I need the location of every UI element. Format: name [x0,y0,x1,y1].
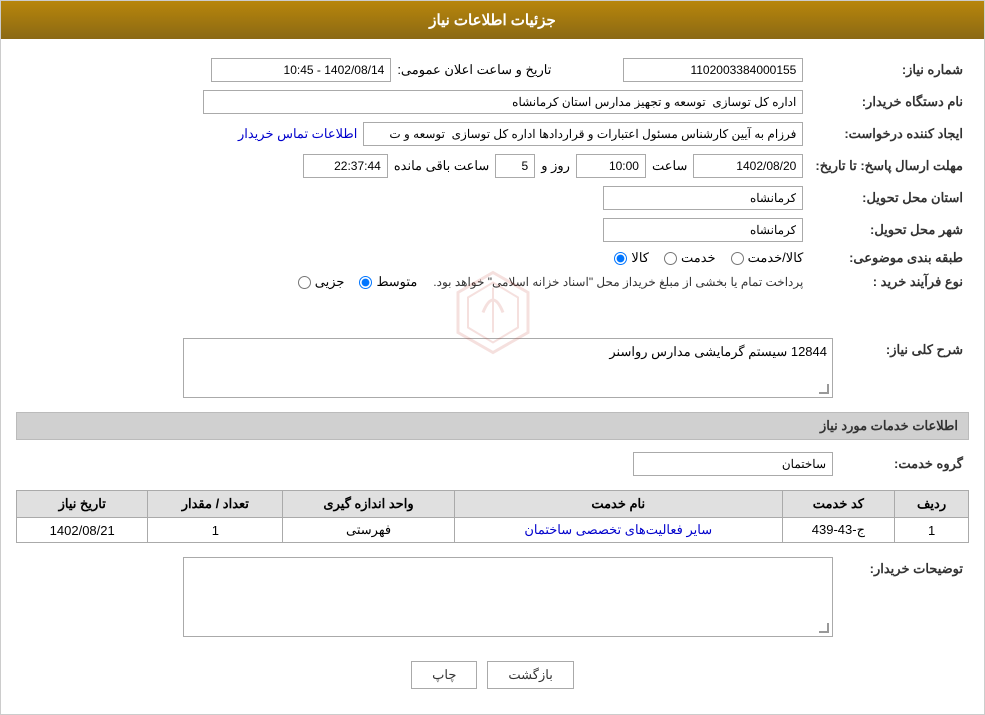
delivery-city-label: شهر محل تحویل: [809,214,969,246]
delivery-province-input[interactable]: کرمانشاه [603,186,803,210]
category-radio-group: کالا/خدمت خدمت کالا [22,250,803,266]
cell-unit: فهرستی [283,518,455,543]
category-kala-radio[interactable] [614,252,627,265]
button-row: بازگشت چاپ [16,651,969,699]
category-khedmat: خدمت [664,250,716,266]
category-kala-label: کالا [631,250,649,266]
row-group-service: گروه خدمت: ساختمان [16,448,969,480]
group-service-label: گروه خدمت: [839,448,969,480]
description-text: 12844 سیستم گرمایشی مدارس رواسنر [189,344,827,360]
cell-row: 1 [895,518,969,543]
cell-date: 1402/08/21 [17,518,148,543]
row-deadline: مهلت ارسال پاسخ: تا تاریخ: 1402/08/20 سا… [16,150,969,182]
services-table-header: ردیف کد خدمت نام خدمت واحد اندازه گیری ت… [17,491,969,518]
delivery-city-input[interactable]: کرمانشاه [603,218,803,242]
main-content: شماره نیاز: 1102003384000155 تاریخ و ساع… [1,39,984,714]
buyer-notes-table: توضیحات خریدار: [16,553,969,641]
col-row: ردیف [895,491,969,518]
category-khedmat-radio[interactable] [664,252,677,265]
page-title: جزئیات اطلاعات نیاز [429,12,556,29]
row-need-number: شماره نیاز: 1102003384000155 تاریخ و ساع… [16,54,969,86]
cell-name: سایر فعالیت‌های تخصصی ساختمان [454,518,782,543]
category-kala-khedmat-radio[interactable] [731,252,744,265]
watermark-area [16,304,969,334]
group-service-input[interactable]: ساختمان [633,452,833,476]
back-button[interactable]: بازگشت [487,661,573,689]
page-header: جزئیات اطلاعات نیاز [1,1,984,39]
category-label: طبقه بندی موضوعی: [809,246,969,270]
deadline-date-input[interactable]: 1402/08/20 [693,154,803,178]
purchase-type-radio-group: متوسط جزیی [298,274,418,290]
print-button[interactable]: چاپ [411,661,477,689]
buyer-org-input[interactable]: اداره کل توسازی توسعه و تجهیز مدارس استا… [203,90,803,114]
description-box: 12844 سیستم گرمایشی مدارس رواسنر [183,338,833,398]
need-number-label: شماره نیاز: [809,54,969,86]
col-date: تاریخ نیاز [17,491,148,518]
deadline-days-input[interactable]: 5 [495,154,535,178]
group-service-table: گروه خدمت: ساختمان [16,448,969,480]
col-name: نام خدمت [454,491,782,518]
services-table-body: 1 ج-43-439 سایر فعالیت‌های تخصصی ساختمان… [17,518,969,543]
buyer-notes-label: توضیحات خریدار: [839,553,969,641]
deadline-remaining-input[interactable]: 22:37:44 [303,154,388,178]
services-header-row: ردیف کد خدمت نام خدمت واحد اندازه گیری ت… [17,491,969,518]
creator-row: فرزام به آیین کارشناس مسئول اعتبارات و ق… [22,122,803,146]
row-creator: ایجاد کننده درخواست: فرزام به آیین کارشن… [16,118,969,150]
col-code: کد خدمت [782,491,894,518]
row-buyer-org: نام دستگاه خریدار: اداره کل توسازی توسعه… [16,86,969,118]
resize-handle-notes [819,623,829,633]
table-row: 1 ج-43-439 سایر فعالیت‌های تخصصی ساختمان… [17,518,969,543]
row-buyer-notes: توضیحات خریدار: [16,553,969,641]
creator-label: ایجاد کننده درخواست: [809,118,969,150]
description-label: شرح کلی نیاز: [839,334,969,402]
deadline-label: مهلت ارسال پاسخ: تا تاریخ: [809,150,969,182]
deadline-row: 1402/08/20 ساعت 10:00 روز و 5 ساعت باقی … [22,154,803,178]
col-unit: واحد اندازه گیری [283,491,455,518]
purchase-type-jozvi-radio[interactable] [298,276,311,289]
row-purchase-type: نوع فرآیند خرید : پرداخت تمام یا بخشی از… [16,270,969,294]
need-number-row: 1102003384000155 تاریخ و ساعت اعلان عموم… [22,58,803,82]
page-wrapper: جزئیات اطلاعات نیاز شماره نیاز: 11020033… [0,0,985,715]
category-kala-khedmat-label: کالا/خدمت [748,250,804,266]
purchase-type-label: نوع فرآیند خرید : [809,270,969,294]
row-category: طبقه بندی موضوعی: کالا/خدمت خدمت کالا [16,246,969,270]
info-table: شماره نیاز: 1102003384000155 تاریخ و ساع… [16,54,969,294]
cell-quantity: 1 [148,518,283,543]
announce-date-label: تاریخ و ساعت اعلان عمومی: [397,62,551,78]
need-number-input[interactable]: 1102003384000155 [623,58,803,82]
category-khedmat-label: خدمت [681,250,716,266]
announce-date-input[interactable]: 1402/08/14 - 10:45 [211,58,391,82]
delivery-province-label: استان محل تحویل: [809,182,969,214]
services-data-table: ردیف کد خدمت نام خدمت واحد اندازه گیری ت… [16,490,969,543]
deadline-time-input[interactable]: 10:00 [576,154,646,178]
row-description: شرح کلی نیاز: 12844 سیستم گرمایشی مدارس … [16,334,969,402]
purchase-type-jozvi-label: جزیی [315,274,345,290]
cell-code: ج-43-439 [782,518,894,543]
purchase-type-motavasset-radio[interactable] [359,276,372,289]
services-section-title: اطلاعات خدمات مورد نیاز [16,412,969,440]
creator-link[interactable]: اطلاعات تماس خریدار [238,126,357,142]
deadline-day-label: روز و [541,158,570,174]
purchase-type-motavasset: متوسط [359,274,417,290]
purchase-type-jozvi: جزیی [298,274,345,290]
row-delivery-province: استان محل تحویل: کرمانشاه [16,182,969,214]
creator-input[interactable]: فرزام به آیین کارشناس مسئول اعتبارات و ق… [363,122,803,146]
purchase-type-motavasset-label: متوسط [376,274,417,290]
buyer-notes-box [183,557,833,637]
buyer-org-label: نام دستگاه خریدار: [809,86,969,118]
category-kala: کالا [614,250,649,266]
resize-handle [819,384,829,394]
col-quantity: تعداد / مقدار [148,491,283,518]
row-delivery-city: شهر محل تحویل: کرمانشاه [16,214,969,246]
category-kala-khedmat: کالا/خدمت [731,250,804,266]
deadline-time-label: ساعت [652,158,687,174]
deadline-remaining-label: ساعت باقی مانده [394,158,489,174]
purchase-type-row: پرداخت تمام یا بخشی از مبلغ خریداز محل "… [22,274,803,290]
description-table: شرح کلی نیاز: 12844 سیستم گرمایشی مدارس … [16,334,969,402]
purchase-type-note: پرداخت تمام یا بخشی از مبلغ خریداز محل "… [433,275,803,289]
